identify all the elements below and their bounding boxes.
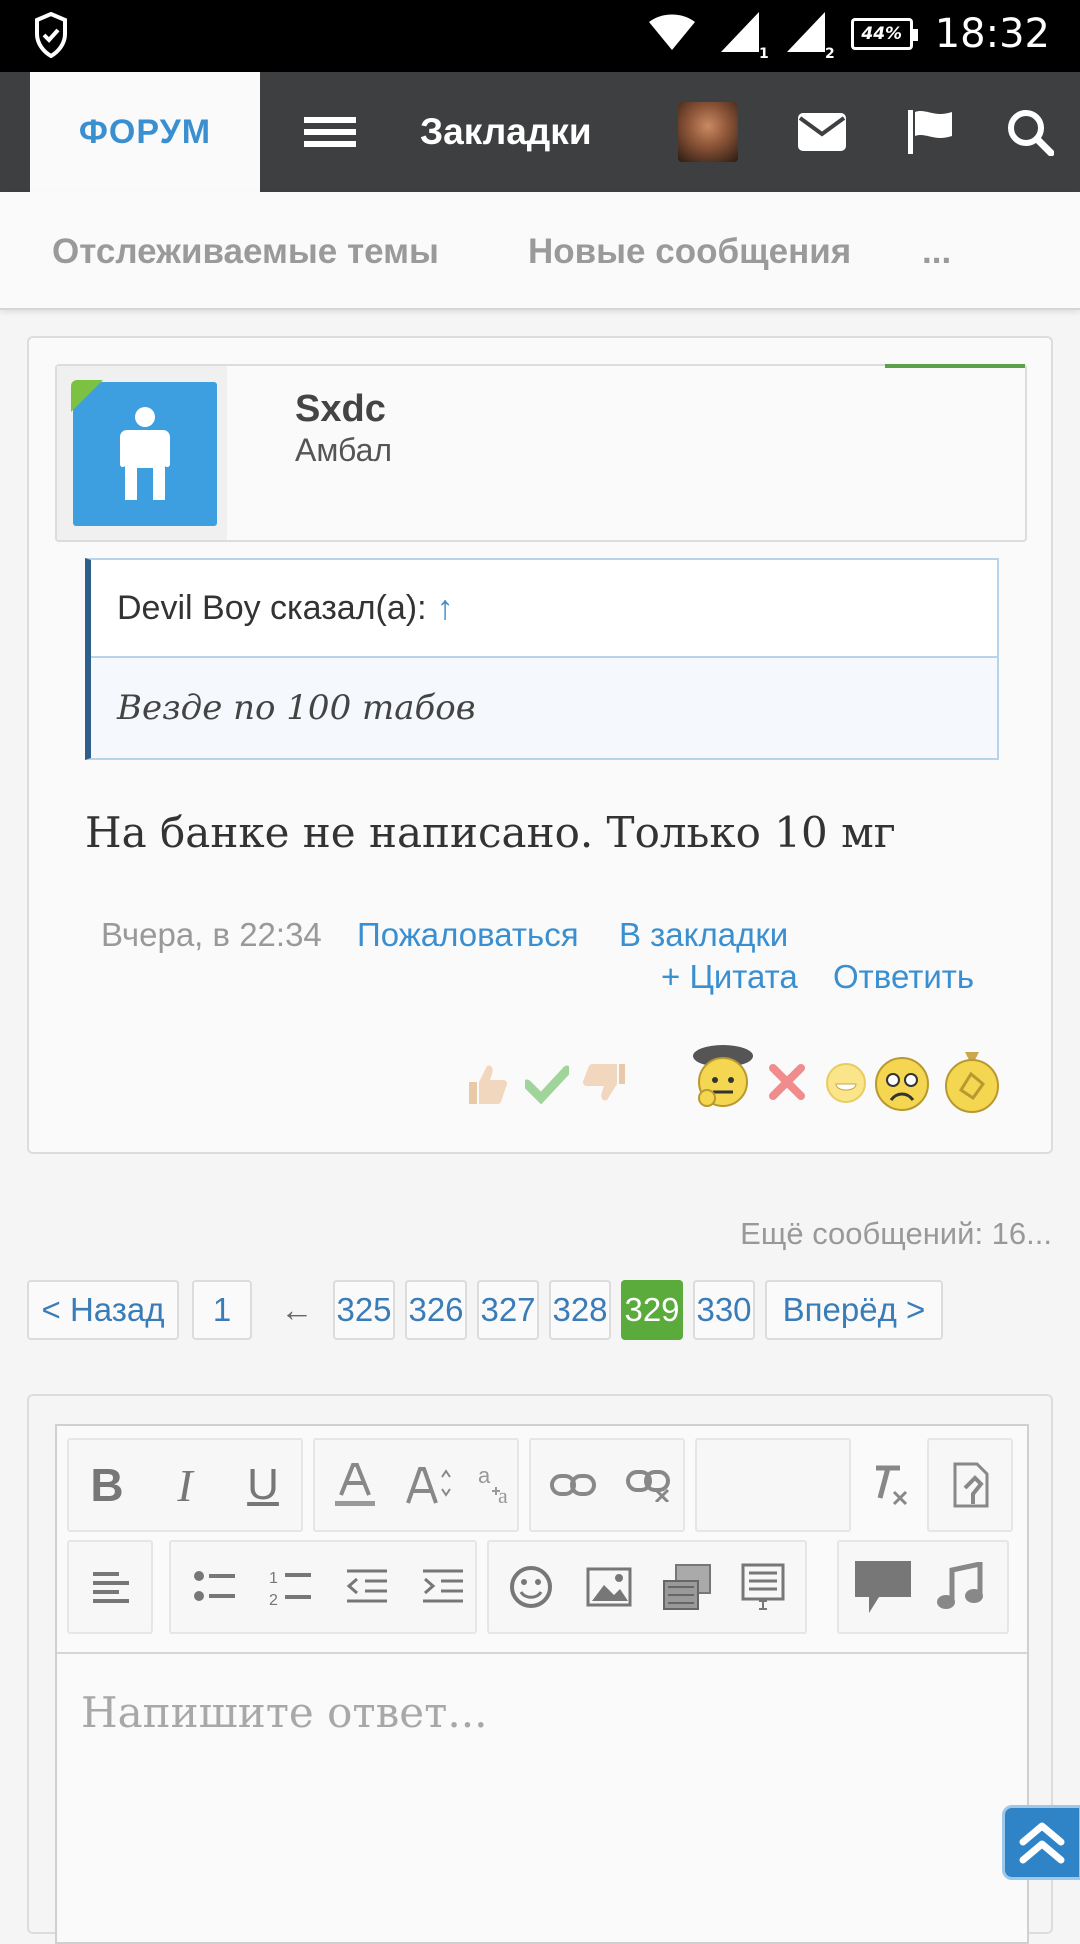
toolbar-divider [57,1652,1027,1654]
svg-text:a: a [498,1483,508,1507]
outdent-icon[interactable] [331,1540,403,1634]
quote-icon[interactable] [847,1540,919,1634]
drafts-icon[interactable] [935,1438,1007,1532]
reply-link[interactable]: Ответить [833,958,974,996]
svg-text:1: 1 [269,1570,278,1587]
scroll-top-button[interactable] [1002,1805,1080,1880]
bookmark-link[interactable]: В закладки [619,916,788,954]
media-icon[interactable] [651,1540,723,1634]
avatar[interactable] [677,72,739,192]
link-watched-threads[interactable]: Отслеживаемые темы [52,232,439,272]
double-chevron-up-icon [1019,1822,1065,1863]
indent-icon[interactable] [407,1540,479,1634]
align-left-icon[interactable] [75,1540,147,1634]
tab-bookmarks[interactable]: Закладки [420,72,592,192]
status-bar: 1 2 44% 18:32 [0,0,1080,72]
bullet-list-icon[interactable] [179,1540,251,1634]
font-size-icon[interactable] [393,1438,465,1532]
smile-icon[interactable] [825,1062,867,1108]
flag-icon[interactable] [905,72,957,192]
quote-header: Devil Boy сказал(а): ↑ [91,560,997,658]
signal-icon: 2 [785,10,835,62]
prev-page-button[interactable]: < Назад [27,1280,179,1340]
code-block-icon[interactable] [727,1540,799,1634]
unlink-icon[interactable] [613,1438,685,1532]
page-ellipsis[interactable]: ← [267,1280,327,1340]
username[interactable]: Sxdc [295,388,386,431]
search-icon[interactable] [1004,72,1056,192]
image-icon[interactable] [573,1540,645,1634]
thumbs-down-icon[interactable] [579,1060,625,1110]
more-messages-count: Ещё сообщений: 16... [740,1216,1052,1251]
reply-editor: B I U aa 1 2 Напишите ответ... [55,1424,1029,1944]
signal-icon: 1 [719,10,769,62]
toolbar-row-2: 12 [67,1540,1027,1634]
page-1[interactable]: 1 [192,1280,252,1340]
music-icon[interactable] [923,1540,995,1634]
numbered-list-icon[interactable]: 12 [255,1540,327,1634]
next-page-button[interactable]: Вперёд > [765,1280,943,1340]
sad-icon[interactable] [873,1056,931,1116]
battery-icon: 44% [850,18,918,50]
quote-link[interactable]: + Цитата [661,958,798,996]
post-message: На банке не написано. Только 10 мг [85,808,896,857]
page-329-current[interactable]: 329 [621,1280,683,1340]
quote-text: Везде по 100 табов [91,658,997,758]
svg-text:a: a [478,1463,491,1488]
page-330[interactable]: 330 [693,1280,755,1340]
person-icon [120,407,170,500]
mail-icon[interactable] [796,72,848,192]
svg-text:2: 2 [269,1592,278,1607]
font-family-icon[interactable]: aa [463,1438,535,1532]
reply-editor-card: B I U aa 1 2 Напишите ответ... [27,1394,1053,1944]
user-title: Амбал [295,432,393,468]
check-icon[interactable] [522,1064,572,1108]
smilies-icon[interactable] [495,1540,567,1634]
text-color-icon[interactable] [319,1438,391,1532]
report-link[interactable]: Пожаловаться [357,916,579,954]
online-indicator [71,380,103,412]
underline-button[interactable]: U [227,1438,299,1532]
user-info: Sxdc Амбал [55,364,1027,542]
quote-block: Devil Boy сказал(а): ↑ Везде по 100 табо… [85,558,999,760]
page-328[interactable]: 328 [549,1280,611,1340]
clock: 18:32 [934,11,1050,57]
remove-format-icon[interactable] [853,1438,925,1532]
link-icon[interactable] [537,1438,609,1532]
thumbs-up-icon[interactable] [463,1060,511,1112]
link-new-messages[interactable]: Новые сообщения [528,232,851,272]
wifi-icon [647,12,697,56]
top-nav: ФОРУМ Закладки [0,72,1080,192]
toolbar-row-1: B I U aa [67,1438,1027,1532]
medal-icon[interactable] [943,1050,1001,1118]
page-326[interactable]: 326 [405,1280,467,1340]
reply-input[interactable]: Напишите ответ... [81,1688,487,1737]
quote-jump-link[interactable]: ↑ [437,589,454,628]
bold-button[interactable]: B [71,1438,143,1532]
thinking-smiley-icon[interactable] [689,1042,759,1118]
post: Sxdc Амбал Devil Boy сказал(а): ↑ Везде … [27,336,1053,1154]
quote-author: Devil Boy сказал(а): [117,588,427,627]
sub-nav: Отслеживаемые темы Новые сообщения ... [0,192,1080,310]
shield-check-icon [34,11,68,62]
tab-forum[interactable]: ФОРУМ [30,72,260,192]
subnav-more[interactable]: ... [922,232,951,272]
page-327[interactable]: 327 [477,1280,539,1340]
page-325[interactable]: 325 [333,1280,395,1340]
cross-icon[interactable] [767,1062,807,1106]
menu-icon[interactable] [300,72,360,192]
post-date[interactable]: Вчера, в 22:34 [101,916,322,954]
italic-button[interactable]: I [149,1438,221,1532]
reactions-bar [463,1045,1003,1116]
